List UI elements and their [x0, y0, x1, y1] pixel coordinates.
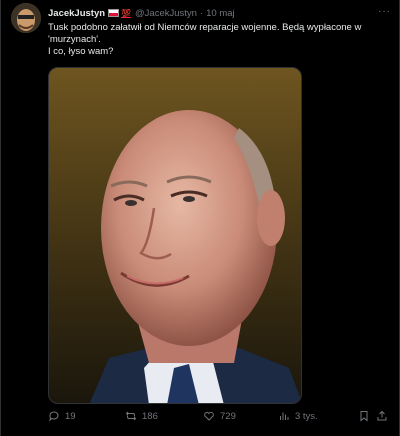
- like-icon: [204, 411, 214, 421]
- like-button[interactable]: 729: [203, 410, 236, 422]
- reply-button[interactable]: 19: [48, 410, 76, 422]
- tweet-header: JacekJustyn 💯 @JacekJustyn · 10 maj: [48, 6, 235, 20]
- repost-button[interactable]: 186: [125, 410, 158, 422]
- hundred-icon: 💯: [121, 8, 132, 18]
- bookmark-button[interactable]: [358, 410, 375, 422]
- views-icon: [280, 412, 289, 420]
- tweet-actions: 19 186 729 3 tys.: [48, 410, 388, 426]
- bookmark-icon: [360, 411, 368, 422]
- tweet-text-line: 'murzynach'.: [48, 34, 101, 45]
- author-name[interactable]: JacekJustyn: [48, 8, 105, 19]
- flag-poland-icon: [108, 9, 120, 17]
- views-count: 3 tys.: [295, 410, 318, 422]
- repost-icon: [125, 411, 137, 421]
- share-icon: [377, 410, 387, 421]
- share-button[interactable]: [376, 410, 393, 422]
- separator: ·: [199, 7, 204, 19]
- views-button[interactable]: 3 tys.: [278, 410, 318, 422]
- timestamp[interactable]: 10 maj: [206, 8, 235, 19]
- reply-icon: [49, 411, 59, 422]
- tweet-media-photo[interactable]: [48, 67, 302, 404]
- tweet-text-line: Tusk podobno załatwił od Niemców reparac…: [48, 22, 362, 33]
- like-count: 729: [220, 410, 236, 422]
- author-handle[interactable]: @JacekJustyn: [135, 8, 197, 19]
- reply-count: 19: [65, 410, 76, 422]
- more-icon[interactable]: ···: [378, 6, 391, 17]
- avatar[interactable]: [11, 3, 41, 33]
- repost-count: 186: [142, 410, 158, 422]
- tweet-card: JacekJustyn 💯 @JacekJustyn · 10 maj ··· …: [0, 0, 400, 436]
- tweet-text: Tusk podobno załatwił od Niemców reparac…: [48, 22, 388, 58]
- tweet-text-line: I co, łyso wam?: [48, 46, 114, 57]
